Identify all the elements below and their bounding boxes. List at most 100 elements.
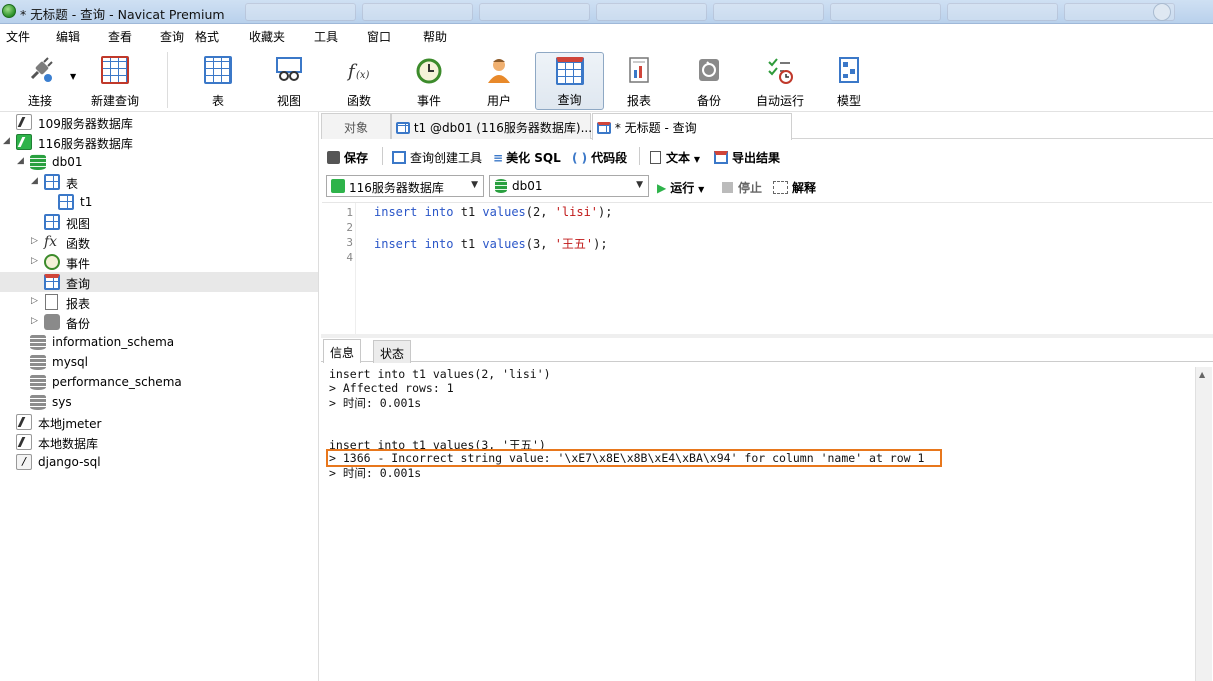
collapse-arrow-icon[interactable]: ▷	[31, 296, 38, 306]
document-tabs: 对象 t1 @db01 (116服务器数据库)... * 无标题 - 查询	[321, 113, 1213, 140]
save-icon	[327, 151, 340, 164]
chevron-down-icon: ▼	[693, 155, 700, 164]
query-icon	[555, 57, 584, 85]
report-button[interactable]: 报表	[611, 50, 667, 110]
tree-item-local-jmeter[interactable]: 本地jmeter	[0, 412, 318, 432]
tree-item-performance-schema[interactable]: performance_schema	[0, 372, 318, 392]
connection-icon	[16, 414, 32, 430]
view-button[interactable]: 视图	[261, 50, 317, 110]
connect-button[interactable]: 连接	[12, 50, 68, 110]
connection-select[interactable]: 116服务器数据库 ▼	[326, 175, 484, 197]
new-query-icon	[101, 56, 129, 84]
connect-dropdown-icon[interactable]: ▼	[70, 72, 76, 81]
output-scrollbar[interactable]: ▲	[1195, 367, 1212, 681]
export-result-button[interactable]: 导出结果	[714, 149, 780, 166]
collapse-arrow-icon[interactable]: ▷	[31, 256, 38, 266]
view-icon	[276, 57, 302, 81]
backup-icon	[44, 314, 60, 330]
explain-button[interactable]: 解释	[773, 179, 816, 196]
clock-icon	[416, 58, 442, 84]
sql-editor[interactable]: 1 2 3 4 insert into t1 values(2, 'lisi')…	[322, 202, 1212, 335]
expand-arrow-icon[interactable]: ◢	[31, 176, 38, 186]
query-builder-icon	[392, 151, 406, 164]
tab-status[interactable]: 状态	[373, 340, 412, 363]
backup-button[interactable]: 备份	[681, 50, 737, 110]
export-icon	[714, 151, 728, 164]
tree-item-t1[interactable]: t1	[0, 192, 318, 212]
menu-query[interactable]: 查询	[160, 28, 184, 45]
tree-item-conn-116[interactable]: ◢ 116服务器数据库	[0, 132, 318, 152]
new-query-button[interactable]: 新建查询	[86, 50, 144, 110]
query-builder-button[interactable]: 查询创建工具	[392, 149, 482, 166]
function-icon: fx	[44, 234, 58, 250]
connection-icon	[16, 434, 32, 450]
menu-tools[interactable]: 工具	[314, 28, 338, 45]
tab-objects[interactable]: 对象	[321, 113, 391, 139]
table-icon	[396, 122, 410, 134]
collapse-arrow-icon[interactable]: ▷	[31, 236, 38, 246]
save-button[interactable]: 保存	[327, 149, 368, 166]
function-icon: f (x)	[346, 61, 370, 82]
run-button[interactable]: ▶ 运行 ▼	[657, 179, 704, 196]
code-snippet-button[interactable]: ( ) 代码段	[572, 149, 627, 166]
menu-file[interactable]: 文件	[6, 28, 30, 45]
tree-item-queries[interactable]: 查询	[0, 272, 318, 292]
menu-edit[interactable]: 编辑	[56, 28, 80, 45]
chevron-down-icon: ▼	[698, 185, 705, 194]
tree-item-sys[interactable]: sys	[0, 392, 318, 412]
window-control-icon[interactable]	[1153, 3, 1171, 21]
menu-window[interactable]: 窗口	[367, 28, 391, 45]
scroll-up-icon[interactable]: ▲	[1199, 370, 1205, 379]
tree-item-conn-109[interactable]: 109服务器数据库	[0, 112, 318, 132]
tab-t1[interactable]: t1 @db01 (116服务器数据库)...	[391, 113, 592, 139]
tree-item-events[interactable]: ▷ 事件	[0, 252, 318, 272]
tree-item-information-schema[interactable]: information_schema	[0, 332, 318, 352]
background-windows	[245, 3, 1175, 21]
automation-button[interactable]: 自动运行	[751, 50, 809, 110]
menu-favorites[interactable]: 收藏夹	[249, 28, 285, 45]
tree-item-django-sql[interactable]: / django-sql	[0, 452, 318, 472]
view-icon	[44, 214, 60, 230]
tree-item-local-db[interactable]: 本地数据库	[0, 432, 318, 452]
tab-info[interactable]: 信息	[323, 339, 362, 363]
title-bar: * 无标题 - 查询 - Navicat Premium	[0, 0, 1213, 24]
tree-item-functions[interactable]: ▷ fx 函数	[0, 232, 318, 252]
code-line-1: insert into t1 values(2, 'lisi');	[374, 205, 613, 219]
beautify-icon: ≡	[493, 151, 504, 165]
tab-query[interactable]: * 无标题 - 查询	[592, 113, 792, 140]
tree-item-tables[interactable]: ◢ 表	[0, 172, 318, 192]
tree-item-backups[interactable]: ▷ 备份	[0, 312, 318, 332]
database-active-icon	[30, 154, 46, 170]
stop-button[interactable]: 停止	[722, 179, 762, 196]
result-tabs: 信息 状态	[321, 338, 1213, 363]
database-active-icon	[495, 179, 507, 193]
beautify-sql-button[interactable]: ≡ 美化 SQL	[493, 149, 561, 166]
tree-item-db01[interactable]: ◢ db01	[0, 152, 318, 172]
menu-format[interactable]: 格式	[195, 28, 219, 45]
menu-help[interactable]: 帮助	[423, 28, 447, 45]
database-icon	[30, 394, 46, 410]
snippet-icon: ( )	[572, 151, 588, 165]
function-button[interactable]: f (x) 函数	[331, 50, 387, 110]
expand-arrow-icon[interactable]: ◢	[17, 156, 24, 166]
query-button[interactable]: 查询	[535, 52, 604, 110]
menu-bar: 文件 编辑 查看 查询 格式 收藏夹 工具 窗口 帮助	[0, 24, 1213, 46]
plug-icon	[30, 57, 53, 82]
tree-item-views[interactable]: 视图	[0, 212, 318, 232]
user-button[interactable]: 用户	[471, 50, 527, 110]
user-icon	[488, 59, 510, 83]
event-button[interactable]: 事件	[401, 50, 457, 110]
menu-view[interactable]: 查看	[108, 28, 132, 45]
table-button[interactable]: 表	[190, 50, 246, 110]
tree-item-mysql[interactable]: mysql	[0, 352, 318, 372]
query-toolbar: 保存 查询创建工具 ≡ 美化 SQL ( ) 代码段 文本 ▼ 导出结果	[321, 142, 1213, 170]
text-button[interactable]: 文本 ▼	[650, 149, 700, 166]
database-select[interactable]: db01 ▼	[489, 175, 649, 197]
table-icon	[58, 194, 74, 210]
collapse-arrow-icon[interactable]: ▷	[31, 316, 38, 326]
error-highlight-box	[326, 449, 942, 467]
expand-arrow-icon[interactable]: ◢	[3, 136, 10, 146]
connection-icon: /	[16, 454, 32, 470]
model-button[interactable]: 模型	[821, 50, 877, 110]
tree-item-reports[interactable]: ▷ 报表	[0, 292, 318, 312]
